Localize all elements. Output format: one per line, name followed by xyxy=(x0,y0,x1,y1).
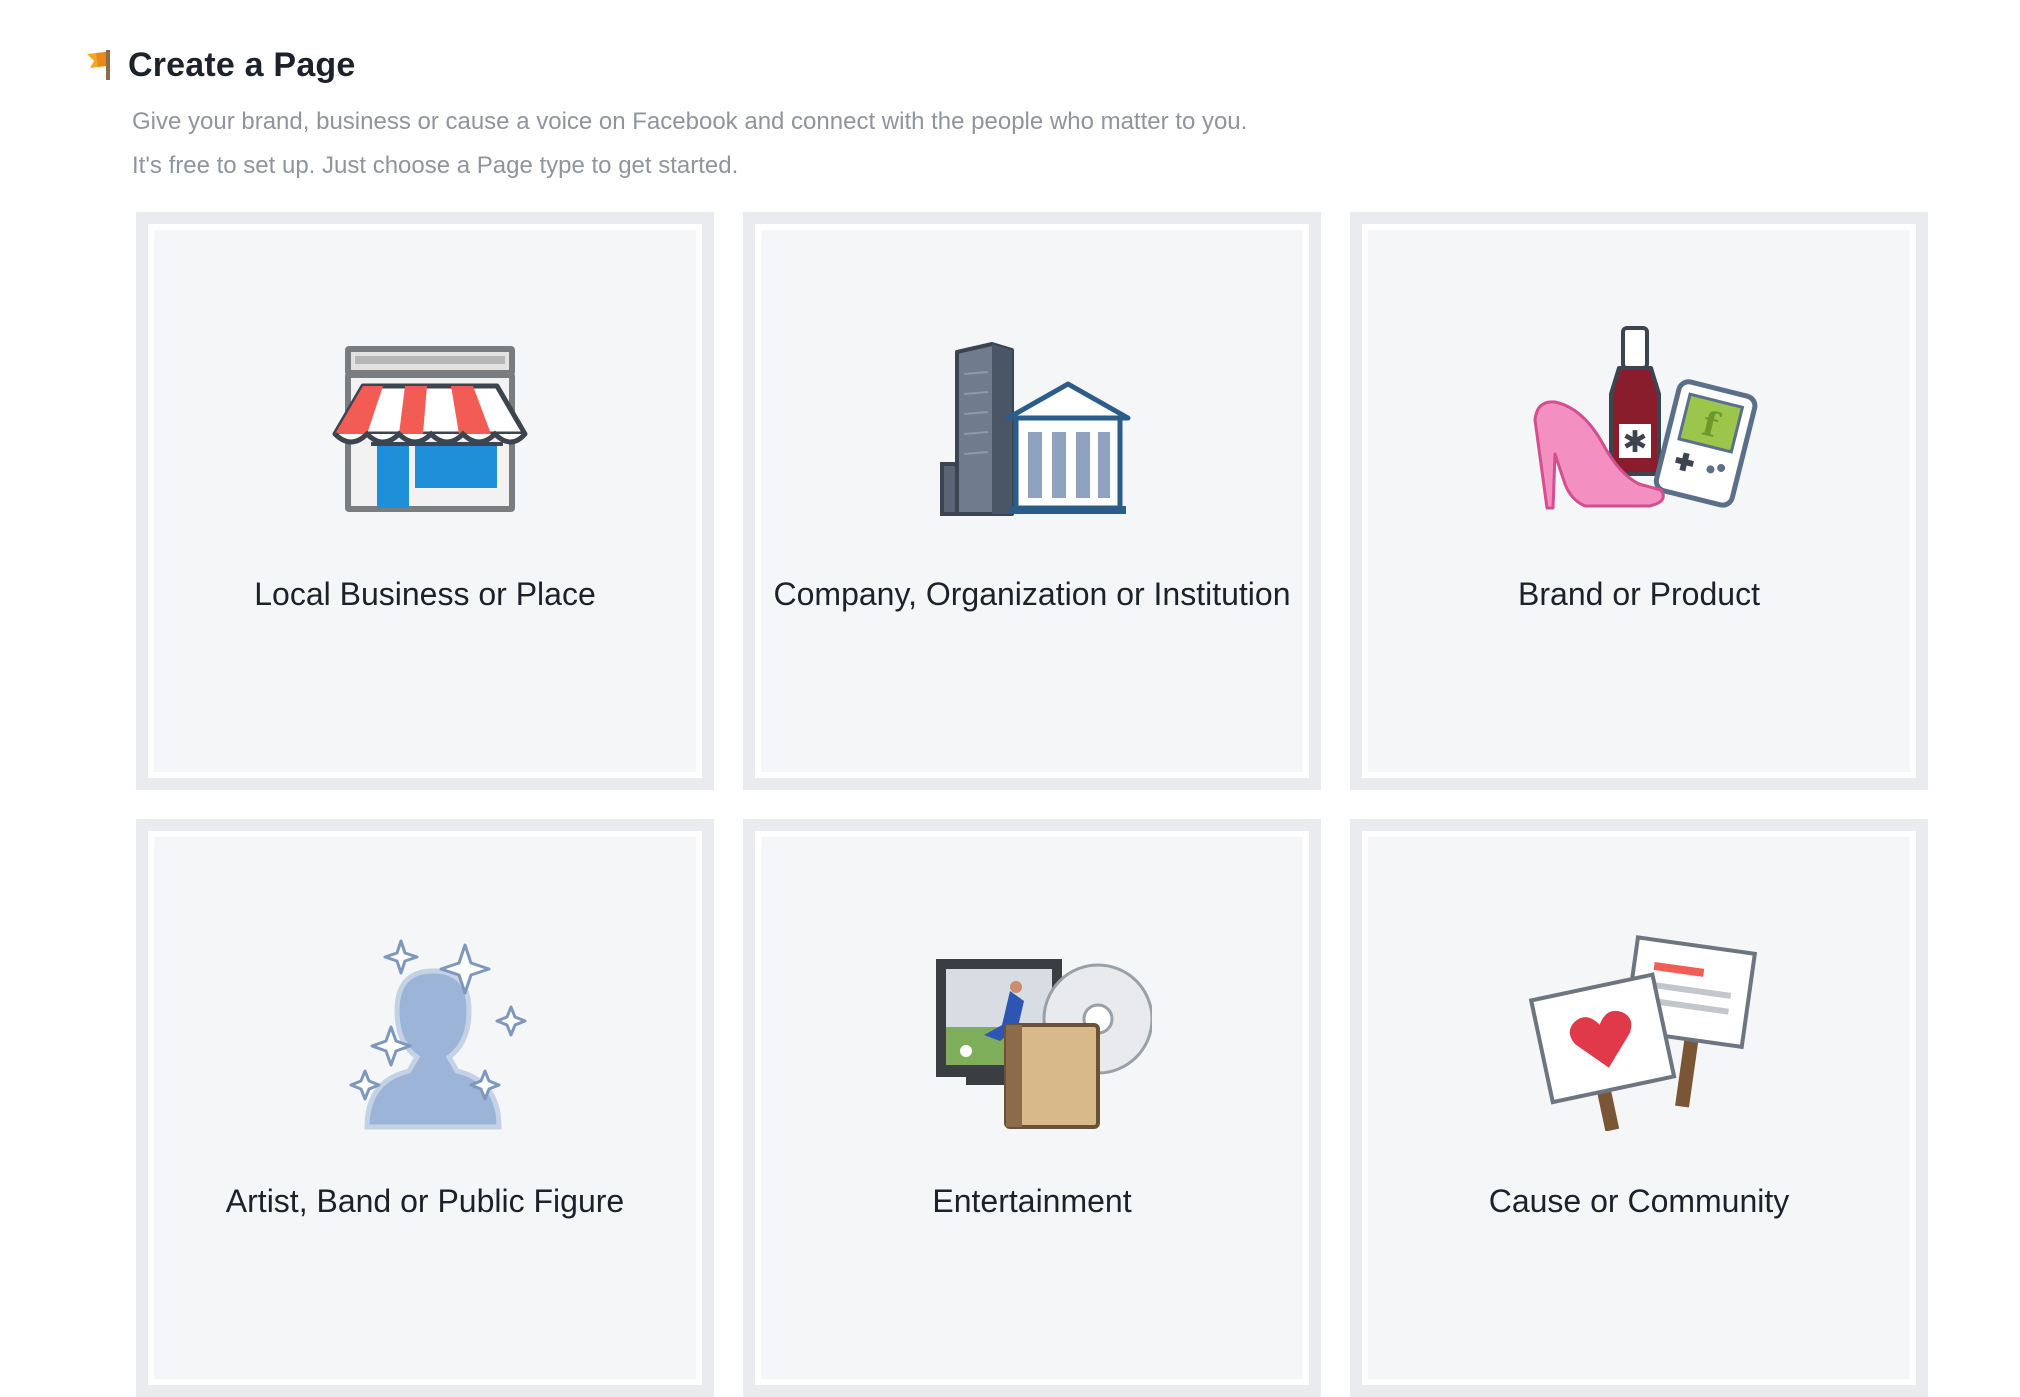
card-label: Cause or Community xyxy=(1488,1183,1790,1219)
storefront-icon xyxy=(305,324,545,524)
card-local-business[interactable]: Local Business or Place xyxy=(136,212,714,790)
card-label: Local Business or Place xyxy=(254,576,596,612)
card-cause[interactable]: Cause or Community xyxy=(1350,819,1928,1397)
card-label: Entertainment xyxy=(932,1183,1132,1219)
card-artist[interactable]: Artist, Band or Public Figure xyxy=(136,819,714,1397)
buildings-icon xyxy=(912,324,1152,524)
card-brand[interactable]: ✱ f Brand or Product xyxy=(1350,212,1928,790)
card-label: Brand or Product xyxy=(1518,576,1760,612)
page-title: Create a Page xyxy=(128,45,356,84)
card-label: Artist, Band or Public Figure xyxy=(225,1183,625,1219)
protest-signs-icon xyxy=(1519,931,1759,1131)
card-company[interactable]: Company, Organization or Institution xyxy=(743,212,1321,790)
card-label: Company, Organization or Institution xyxy=(773,576,1291,612)
page-description: Give your brand, business or cause a voi… xyxy=(132,100,1247,188)
flag-icon xyxy=(84,48,114,82)
title-row: Create a Page xyxy=(84,40,1960,90)
public-figure-icon xyxy=(305,931,545,1131)
entertainment-icon xyxy=(912,931,1152,1131)
products-icon: ✱ f xyxy=(1519,324,1759,524)
svg-text:✱: ✱ xyxy=(1622,425,1647,460)
page-header: Create a Page xyxy=(84,40,1960,90)
description-line-2: It's free to set up. Just choose a Page … xyxy=(132,152,739,179)
card-entertainment[interactable]: Entertainment xyxy=(743,819,1321,1397)
description-line-1: Give your brand, business or cause a voi… xyxy=(132,108,1248,135)
page-type-grid: Local Business or Place Company, Organiz… xyxy=(136,212,1928,1397)
